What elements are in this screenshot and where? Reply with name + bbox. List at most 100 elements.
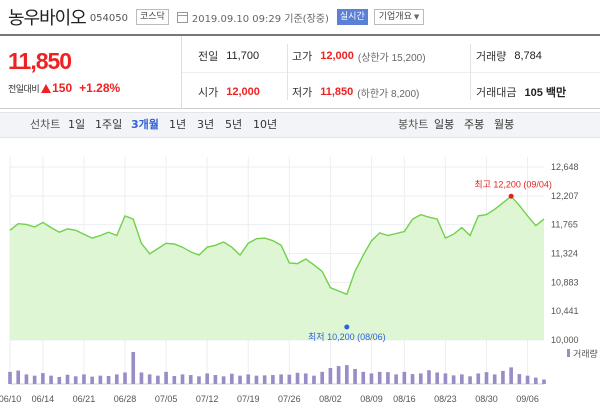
volume-bar [24, 374, 29, 384]
volume-bar [262, 375, 267, 384]
amount-value: 105 백만 [524, 87, 567, 99]
volume-value: 8,784 [514, 50, 542, 62]
current-price-box: 11,850 전일대비 150 +1.28% [0, 36, 182, 109]
price-chart[interactable]: 12,648 12,207 11,765 11,324 10,883 10,441 10,0… [0, 140, 600, 413]
volume-bar [451, 375, 456, 384]
open-value: 12,000 [226, 86, 260, 98]
period-1d[interactable]: 1일 [68, 113, 85, 137]
volume-bar [377, 371, 382, 384]
volume-bar [156, 375, 160, 384]
low-value: 11,850 [320, 86, 354, 98]
realtime-button[interactable]: 실시간 [336, 9, 368, 25]
volume-bar [328, 368, 333, 384]
period-1w[interactable]: 1주일 [95, 113, 122, 137]
period-3m[interactable]: 3개월 [131, 113, 159, 137]
company-info-button[interactable]: 기업개요 ▼ [373, 9, 425, 25]
y-tick-label: 12,648 [551, 162, 579, 172]
volume-bar [533, 377, 538, 384]
high-marker [508, 193, 514, 199]
market-badge: 코스닥 [136, 9, 169, 25]
volume-bar [254, 375, 259, 384]
x-tick-label: 06/10 [0, 394, 21, 404]
price-panel: 11,850 전일대비 150 +1.28% 전일 11,700 고가 12,0… [0, 34, 600, 109]
y-tick-label: 10,000 [551, 335, 579, 345]
upper-limit: (상한가 15,200) [357, 52, 426, 64]
volume-bar [484, 372, 489, 384]
volume-bar [353, 368, 357, 384]
volume-bar [410, 374, 415, 384]
volume-bar [476, 373, 481, 384]
current-price: 11,850 [8, 48, 72, 74]
line-chart-label: 선차트 [30, 118, 61, 131]
low-marker [344, 324, 350, 330]
volume-bar [16, 370, 21, 384]
volume-bar [65, 374, 70, 384]
period-3y[interactable]: 3년 [197, 113, 214, 137]
volume-bar [32, 375, 37, 384]
lower-limit: (하한가 8,200) [357, 88, 420, 100]
company-info-label: 기업개요 [378, 12, 412, 22]
volume-bar [213, 375, 218, 384]
amount-cell: 거래대금 105 백만 [476, 84, 566, 100]
volume-bar [123, 372, 127, 384]
volume-bar [468, 376, 472, 384]
low-annotation: 최저 10,200 (08/06) [308, 332, 386, 342]
volume-bar [197, 376, 201, 384]
x-tick-label: 06/28 [114, 394, 137, 404]
volume-bar [287, 374, 292, 384]
volume-bar [205, 373, 209, 384]
y-tick-label: 10,441 [551, 306, 579, 316]
x-tick-label: 06/14 [32, 394, 55, 404]
volume-bar [394, 374, 398, 384]
prev-close-value: 11,700 [226, 50, 260, 62]
high-annotation: 최고 12,200 (09/04) [474, 179, 552, 189]
calendar-icon [176, 11, 188, 23]
x-tick-label: 08/23 [434, 394, 457, 404]
volume-bar [271, 375, 275, 384]
volume-bar [180, 374, 185, 384]
volume-bar [114, 374, 119, 384]
volume-bar [295, 372, 300, 384]
volume-bar [542, 379, 546, 384]
volume-bar [418, 373, 423, 384]
high-label: 고가 [292, 51, 313, 63]
volume-bar [435, 372, 440, 384]
volume-bar [41, 373, 45, 384]
column-divider [287, 44, 288, 100]
x-tick-label: 08/30 [475, 394, 498, 404]
candle-chart-label: 봉차트 [398, 118, 429, 131]
volume-bar [98, 375, 103, 384]
volume-bar [386, 372, 390, 384]
volume-bar [460, 374, 464, 384]
volume-bar [492, 374, 497, 384]
volume-bar [188, 375, 193, 384]
volume-bar [517, 374, 522, 384]
x-tick-label: 07/12 [196, 394, 219, 404]
volume-bar [525, 375, 530, 384]
volume-label: 거래량 [476, 51, 507, 63]
x-tick-label: 08/02 [319, 394, 342, 404]
period-1y[interactable]: 1년 [169, 113, 186, 137]
high-cell: 고가 12,000 (상한가 15,200) [292, 48, 426, 64]
volume-bar [8, 371, 12, 384]
prev-close-cell: 전일 11,700 [198, 48, 259, 64]
high-value: 12,000 [320, 50, 354, 62]
y-tick-label: 10,883 [551, 277, 579, 287]
x-tick-label: 07/19 [237, 394, 260, 404]
chevron-down-icon: ▼ [413, 13, 420, 21]
open-cell: 시가 12,000 [198, 84, 260, 100]
period-5y[interactable]: 5년 [225, 113, 242, 137]
x-tick-label: 06/21 [73, 394, 96, 404]
volume-bar [246, 374, 251, 384]
volume-bar [402, 371, 407, 384]
candle-monthly[interactable]: 월봉 [494, 113, 514, 137]
change-amount: 150 [52, 81, 73, 95]
stock-code: 054050 [89, 13, 128, 24]
period-bar: 선차트 1일 1주일 3개월 1년 3년 5년 10년 봉차트 일봉 주봉 월봉 [0, 112, 600, 138]
volume-bar [369, 373, 374, 384]
period-10y[interactable]: 10년 [253, 113, 277, 137]
stock-name: 농우바이오 [8, 8, 87, 29]
candle-daily[interactable]: 일봉 [434, 113, 454, 137]
candle-weekly[interactable]: 주봉 [464, 113, 484, 137]
volume-bar [147, 374, 152, 384]
